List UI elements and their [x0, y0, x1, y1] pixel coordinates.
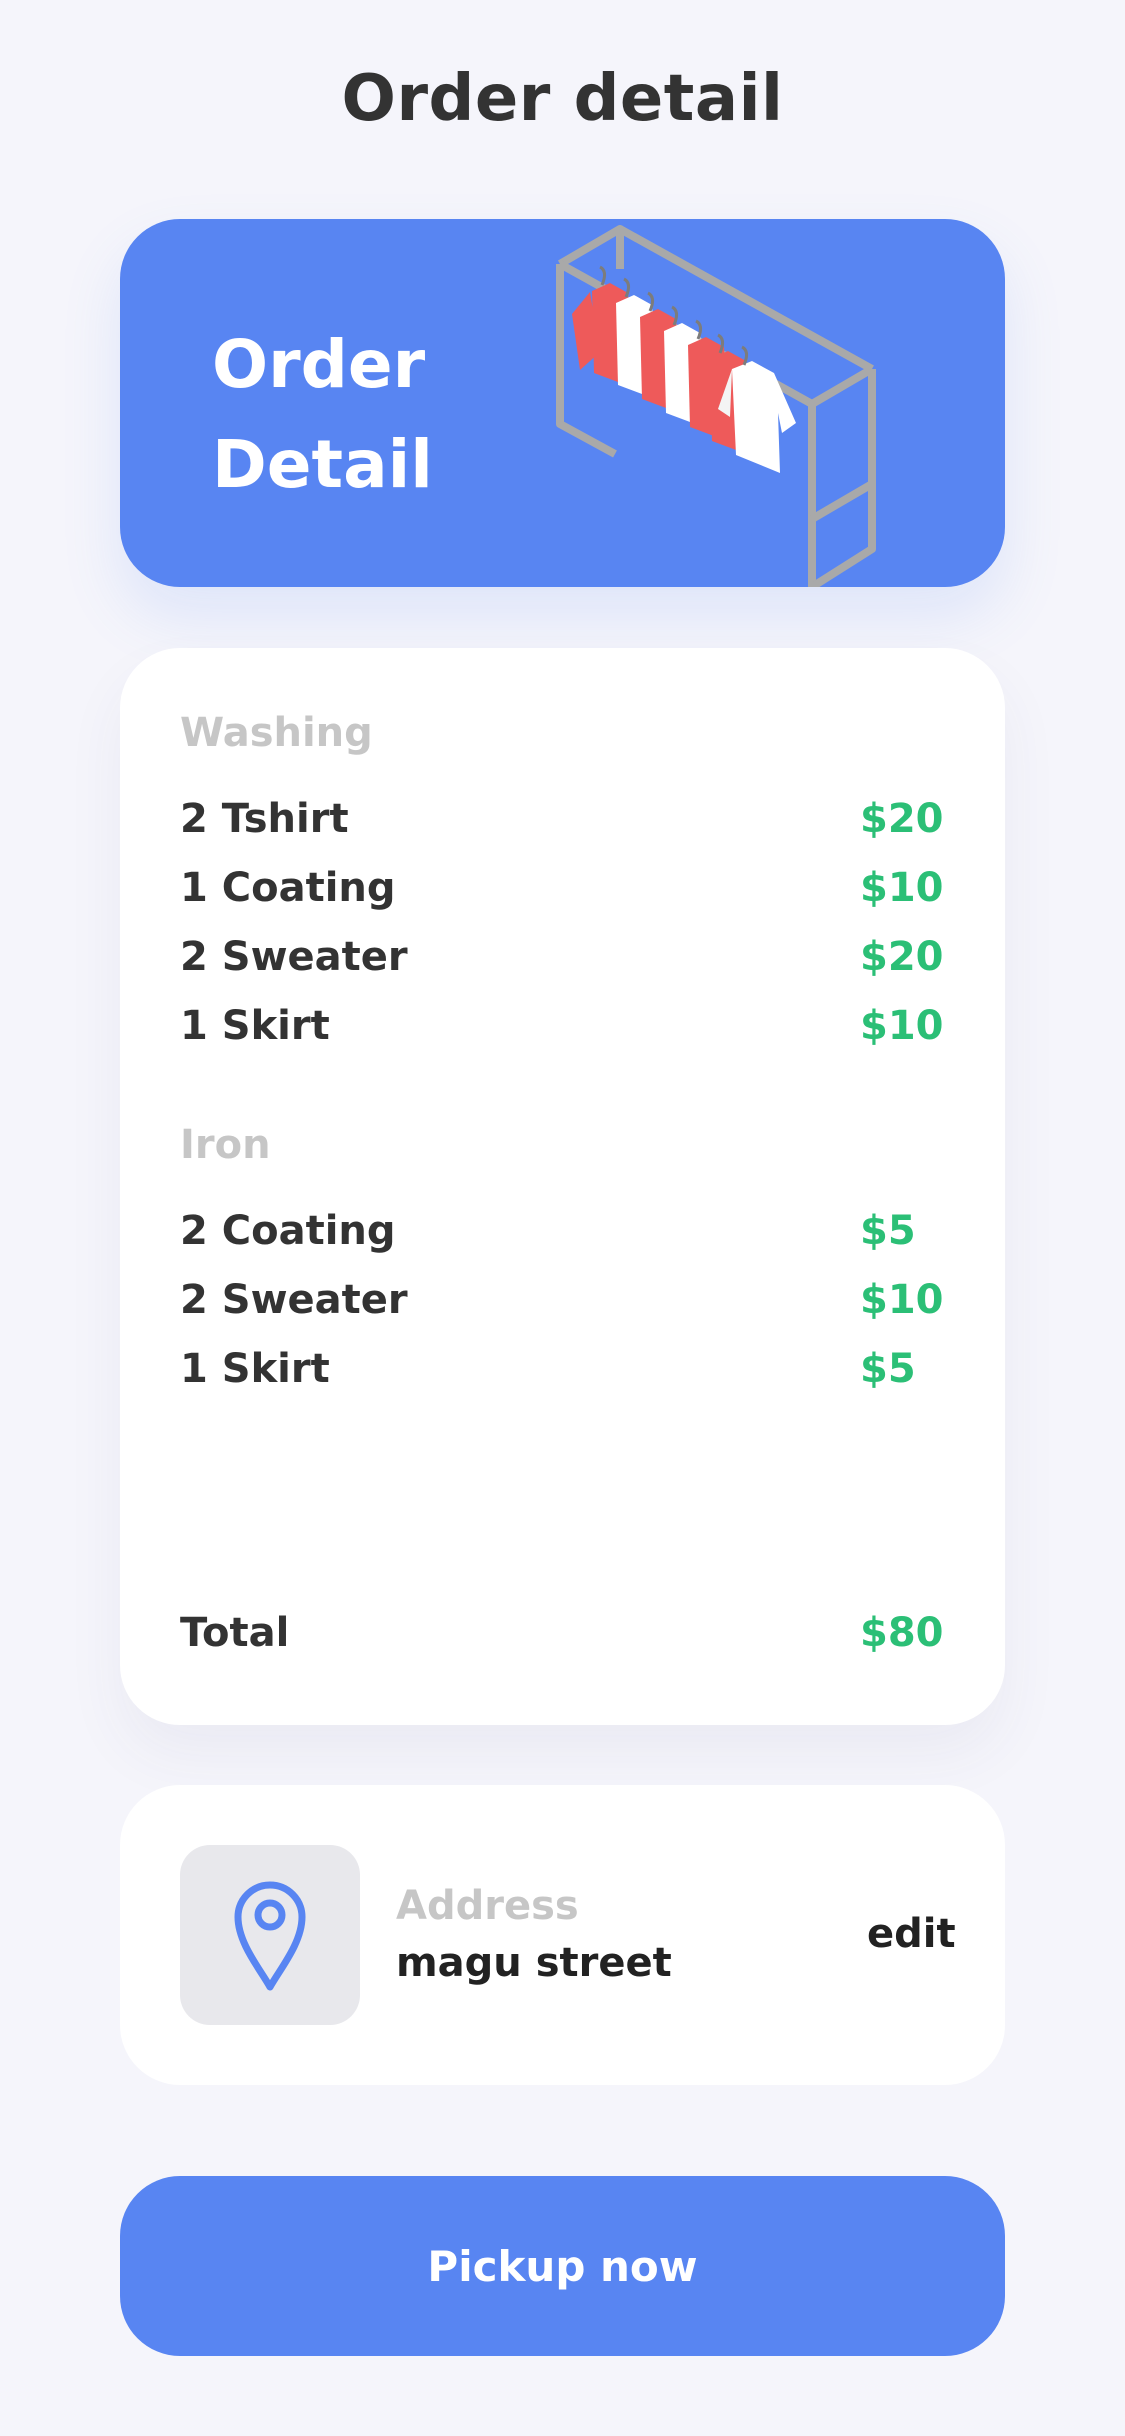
banner-title: Order Detail	[212, 315, 433, 515]
page-title: Order detail	[341, 62, 784, 136]
total-row: Total $80	[180, 1610, 945, 1670]
address-card: Address magu street edit	[120, 1785, 1005, 2085]
item-price: $5	[860, 1208, 916, 1254]
list-item: 2 Tshirt $20	[180, 796, 945, 856]
total-label: Total	[180, 1610, 290, 1656]
order-detail-screen: Order detail Order Detail Washing 2 Tshi…	[0, 0, 1125, 2436]
item-name: 2 Coating	[180, 1208, 396, 1254]
address-icon-box	[180, 1845, 360, 2025]
list-item: 1 Coating $10	[180, 865, 945, 925]
address-label: Address	[396, 1883, 579, 1929]
item-price: $20	[860, 934, 944, 980]
item-price: $10	[860, 1277, 944, 1323]
item-price: $10	[860, 865, 944, 911]
list-item: 1 Skirt $5	[180, 1346, 945, 1406]
banner-title-line-2: Detail	[212, 426, 433, 503]
list-item: 2 Sweater $20	[180, 934, 945, 994]
pickup-now-label: Pickup now	[427, 2241, 698, 2291]
edit-address-link[interactable]: edit	[867, 1911, 956, 1957]
item-name: 2 Tshirt	[180, 796, 349, 842]
section-label-washing: Washing	[180, 710, 373, 756]
total-value: $80	[860, 1610, 944, 1656]
item-name: 1 Skirt	[180, 1003, 330, 1049]
order-detail-banner: Order Detail	[120, 219, 1005, 587]
order-summary-card: Washing 2 Tshirt $20 1 Coating $10 2 Swe…	[120, 648, 1005, 1725]
item-name: 1 Coating	[180, 865, 396, 911]
item-name: 2 Sweater	[180, 1277, 408, 1323]
list-item: 1 Skirt $10	[180, 1003, 945, 1063]
item-name: 1 Skirt	[180, 1346, 330, 1392]
item-price: $20	[860, 796, 944, 842]
map-pin-icon	[234, 1881, 306, 1991]
item-price: $5	[860, 1346, 916, 1392]
item-price: $10	[860, 1003, 944, 1049]
pickup-now-button[interactable]: Pickup now	[120, 2176, 1005, 2356]
list-item: 2 Sweater $10	[180, 1277, 945, 1337]
banner-title-line-1: Order	[212, 326, 426, 403]
clothes-rack-icon	[556, 225, 876, 587]
item-name: 2 Sweater	[180, 934, 408, 980]
address-value: magu street	[396, 1940, 672, 1986]
list-item: 2 Coating $5	[180, 1208, 945, 1268]
section-label-iron: Iron	[180, 1122, 271, 1168]
